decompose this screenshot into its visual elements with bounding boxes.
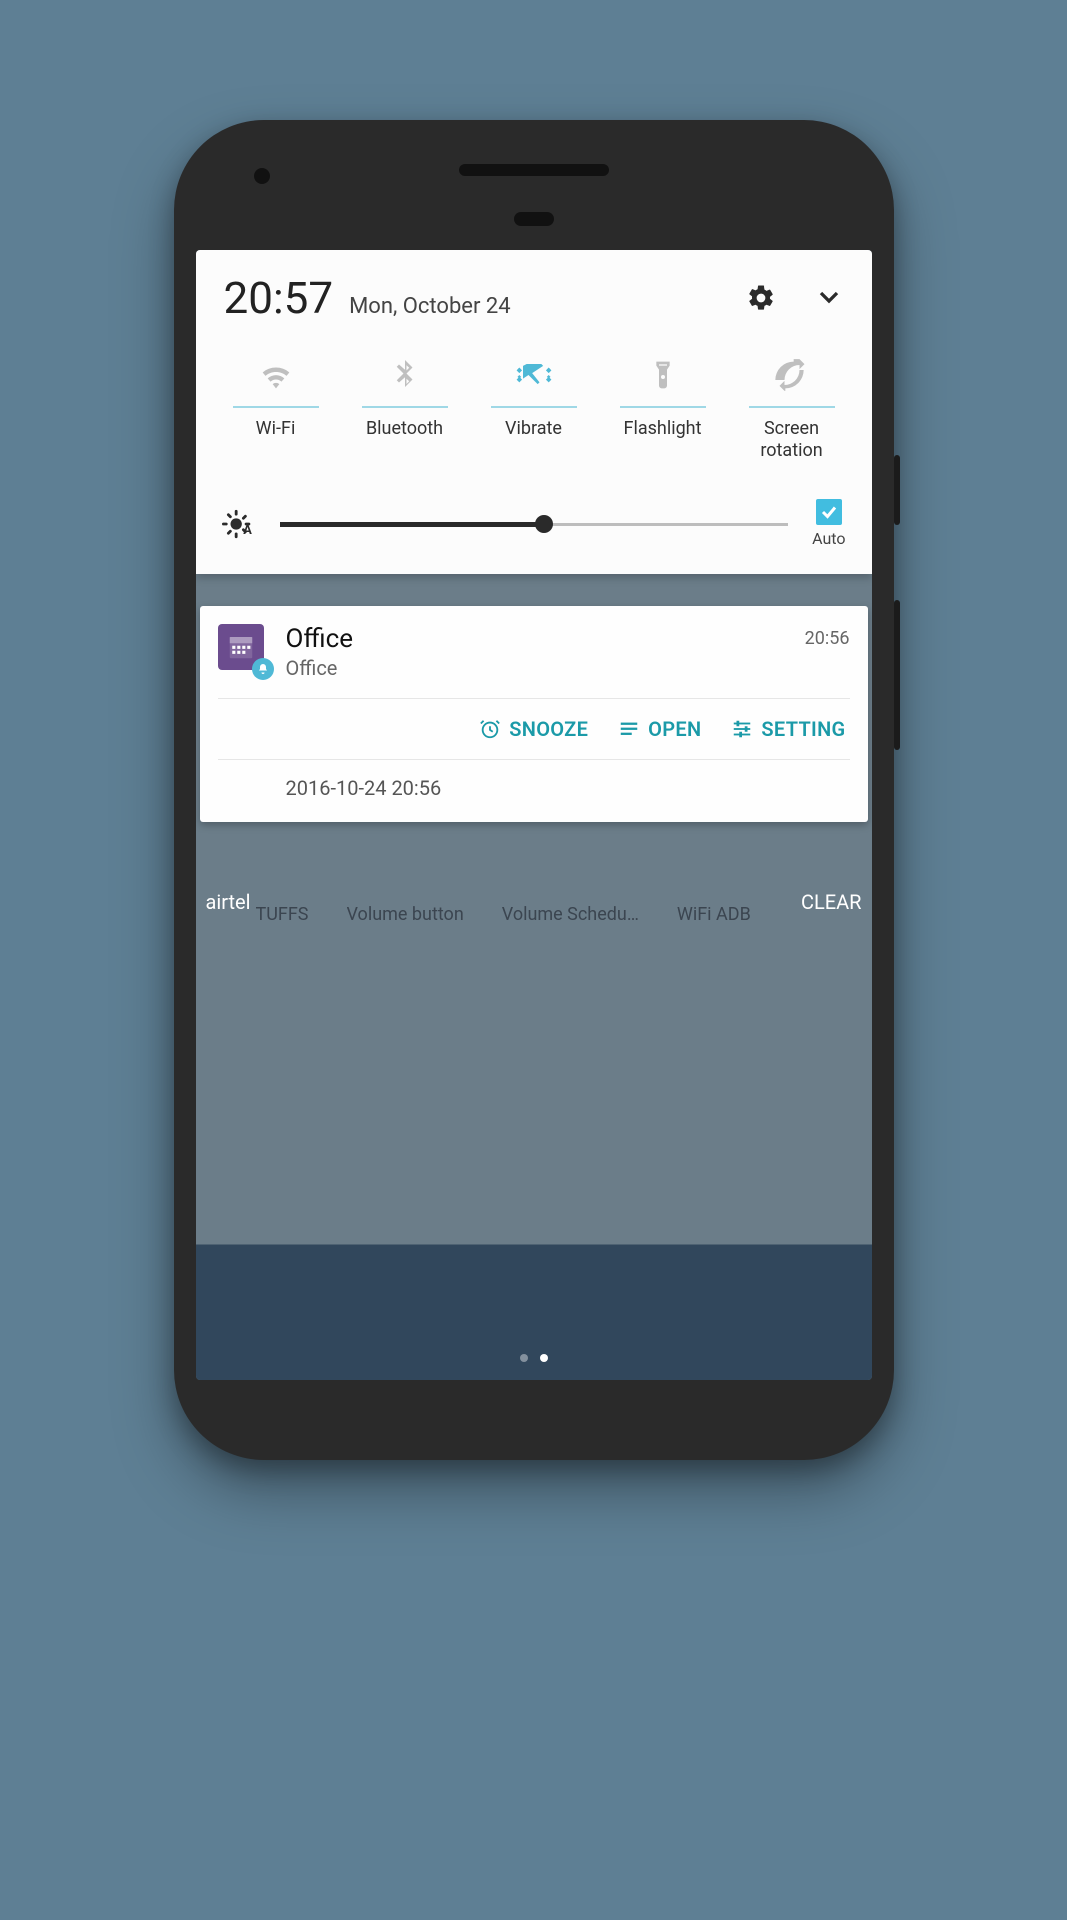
setting-button[interactable]: SETTING [731, 717, 845, 741]
app-label: Volume button [347, 904, 464, 925]
sliders-icon [731, 718, 753, 740]
notification-card[interactable]: Office Office 20:56 SNOOZE OPEN SETTING [200, 606, 868, 822]
tile-label: Wi-Fi [256, 418, 296, 440]
tile-vibrate[interactable]: Vibrate [478, 352, 590, 461]
volume-rocker [894, 600, 900, 750]
alarm-icon [479, 718, 501, 740]
page-indicator [196, 1354, 872, 1362]
power-button [894, 455, 900, 525]
phone-frame: airtel CLEAR TUFFS Volume button Volume … [174, 120, 894, 1460]
app-label: WiFi ADB [677, 904, 751, 925]
brightness-slider[interactable] [280, 514, 789, 534]
notification-timestamp: 2016-10-24 20:56 [218, 760, 850, 804]
open-button[interactable]: OPEN [618, 717, 701, 741]
vibrate-icon [512, 352, 556, 398]
screen: airtel CLEAR TUFFS Volume button Volume … [196, 250, 872, 1380]
notification-time: 20:56 [805, 628, 850, 680]
notification-badge-icon [252, 658, 274, 680]
wifi-icon [256, 352, 296, 398]
brightness-row: A Auto [196, 469, 872, 574]
gear-icon [746, 283, 776, 313]
tile-bluetooth[interactable]: Bluetooth [349, 352, 461, 461]
qs-header: 20:57 Mon, October 24 [196, 250, 872, 334]
phone-sensor [514, 212, 554, 226]
clock-date: Mon, October 24 [349, 294, 511, 319]
auto-label: Auto [812, 529, 845, 548]
list-icon [618, 718, 640, 740]
tile-label: Vibrate [505, 418, 562, 440]
settings-button[interactable] [744, 281, 778, 315]
tile-label: Bluetooth [366, 418, 443, 440]
svg-text:A: A [243, 523, 252, 538]
notification-subtitle: Office [286, 656, 787, 680]
tile-label: Flashlight [624, 418, 702, 440]
snooze-button[interactable]: SNOOZE [479, 717, 588, 741]
expand-button[interactable] [812, 280, 846, 314]
homescreen-app-labels: TUFFS Volume button Volume Schedu… WiFi … [196, 904, 872, 925]
flashlight-icon [647, 352, 679, 398]
tile-screen-rotation[interactable]: Screen rotation [736, 352, 848, 461]
bell-icon [257, 663, 269, 675]
quick-settings-panel: 20:57 Mon, October 24 Wi-Fi [196, 250, 872, 574]
notification-title: Office [286, 624, 787, 654]
tile-label: Screen rotation [736, 418, 848, 461]
rotation-icon [772, 352, 812, 398]
calendar-icon [226, 632, 256, 662]
chevron-down-icon [813, 281, 845, 313]
app-label: Volume Schedu… [502, 904, 639, 925]
qs-tiles-row: Wi-Fi Bluetooth Vibrate [196, 334, 872, 469]
bluetooth-icon [387, 352, 423, 398]
app-label: TUFFS [256, 904, 309, 925]
check-icon [820, 503, 838, 521]
phone-speaker [459, 164, 609, 176]
auto-brightness-icon: A [222, 507, 256, 541]
notification-app-icon [218, 624, 268, 674]
tile-wifi[interactable]: Wi-Fi [220, 352, 332, 461]
tile-flashlight[interactable]: Flashlight [607, 352, 719, 461]
clock-time: 20:57 [224, 272, 334, 324]
auto-brightness-checkbox[interactable] [816, 499, 842, 525]
